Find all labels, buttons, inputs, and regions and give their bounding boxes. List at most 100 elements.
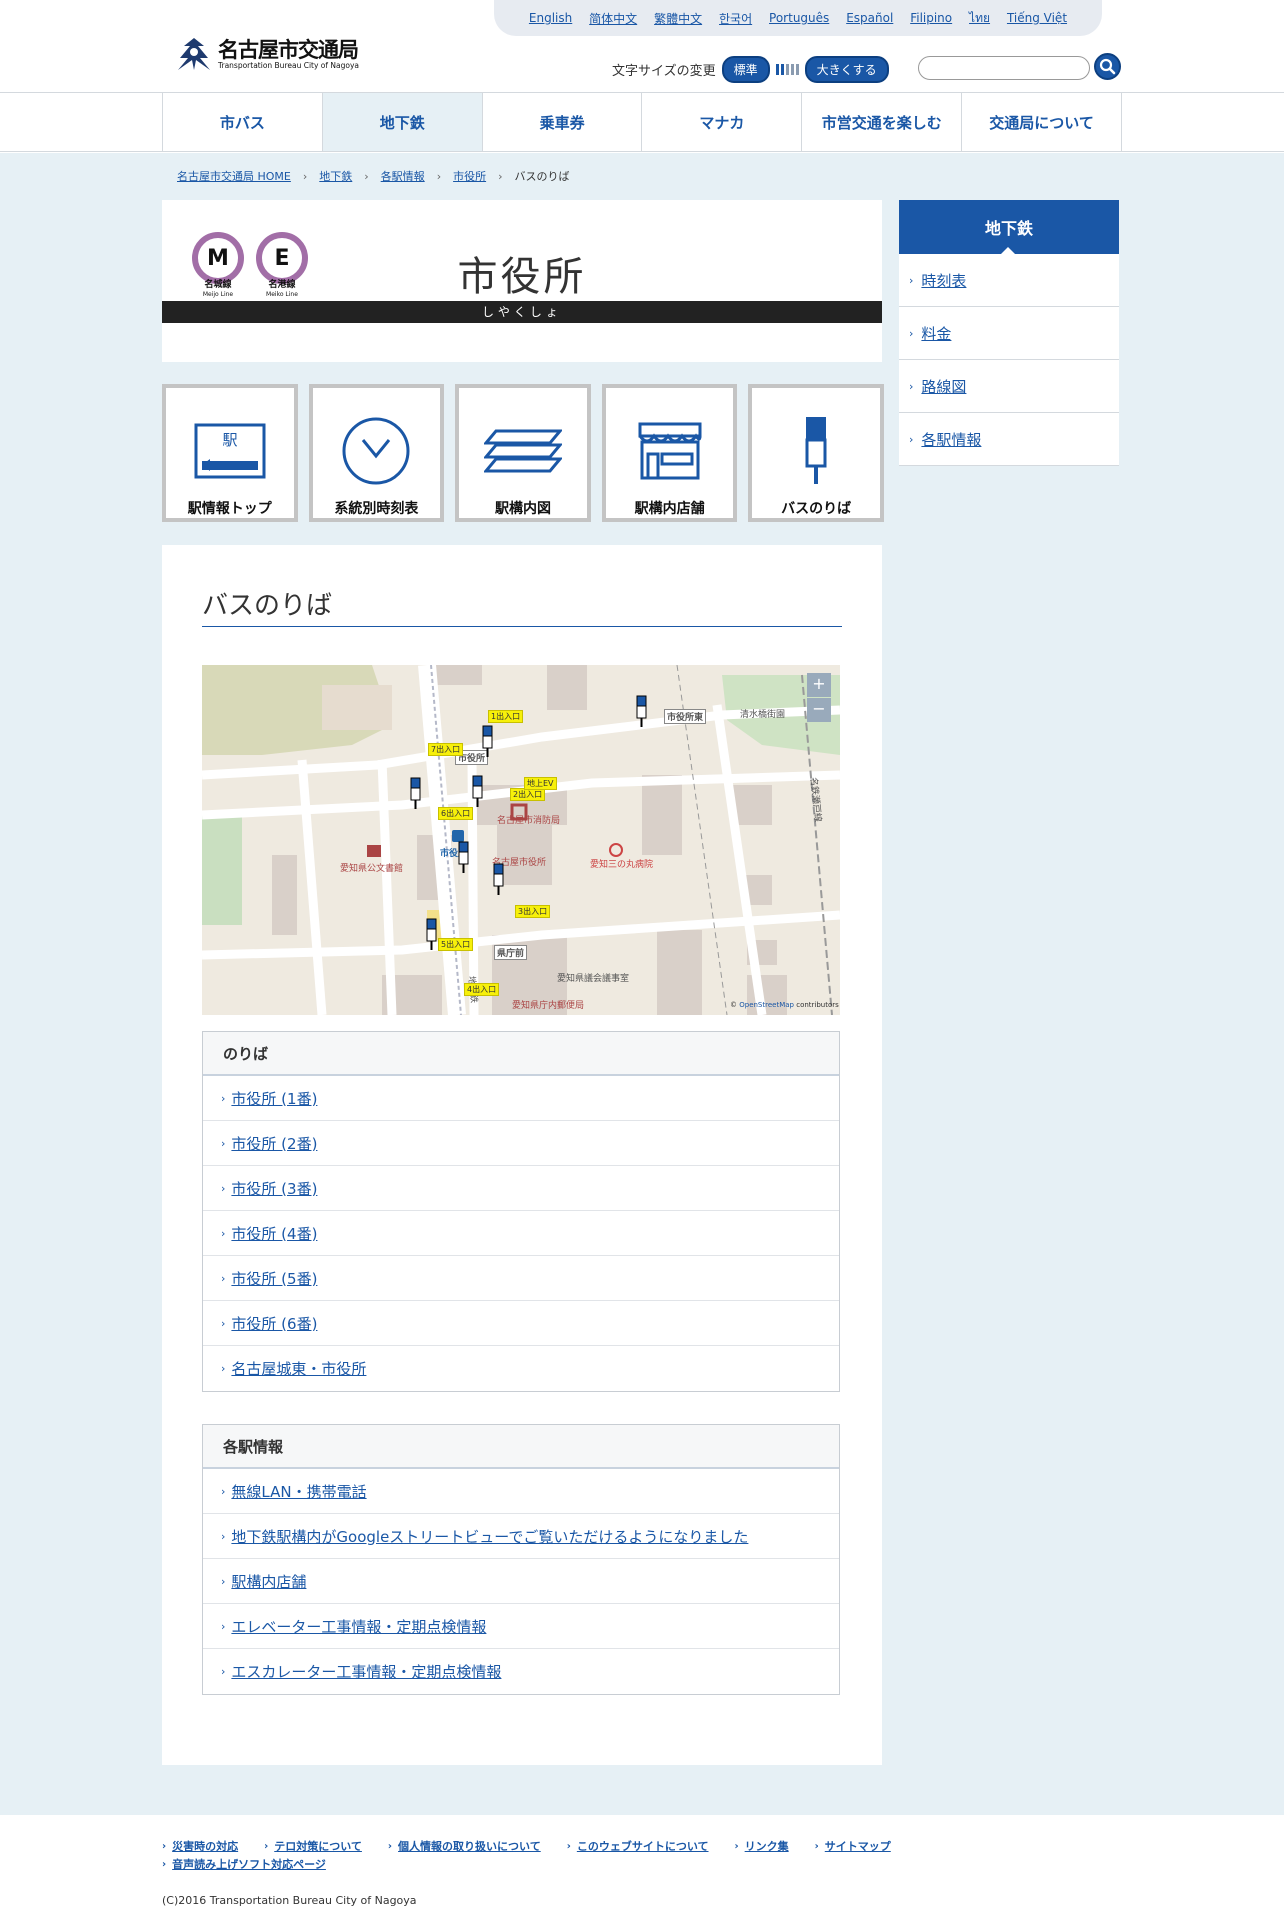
- tile-shops[interactable]: 駅構内店舗: [601, 384, 738, 522]
- noriba-link[interactable]: 市役所 (2番): [231, 1133, 317, 1154]
- crumb-home[interactable]: 名古屋市交通局 HOME: [177, 168, 291, 184]
- noriba-link[interactable]: 名古屋城東・市役所: [231, 1358, 366, 1379]
- footer-link-text[interactable]: リンク集: [745, 1838, 789, 1854]
- sidebar-item-stations[interactable]: › 各駅情報: [899, 413, 1119, 466]
- footer-link-text[interactable]: サイトマップ: [825, 1838, 891, 1854]
- sidebar-item-label[interactable]: 各駅情報: [921, 429, 981, 450]
- tile-label: 系統別時刻表: [334, 501, 419, 517]
- lang-zh-cn[interactable]: 简体中文: [589, 10, 637, 27]
- tile-station-top[interactable]: 駅 駅情報トップ: [162, 384, 298, 522]
- sidebar-item-route-map[interactable]: › 路線図: [899, 360, 1119, 413]
- copyright: (C)2016 Transportation Bureau City of Na…: [162, 1894, 417, 1907]
- bus-stop-marker-icon[interactable]: [426, 918, 437, 950]
- search-icon: [1099, 58, 1116, 75]
- bus-stop-marker-icon[interactable]: [472, 775, 483, 807]
- list-item[interactable]: › 市役所 (2番): [203, 1121, 839, 1166]
- chevron-right-icon: ›: [909, 379, 914, 393]
- nav-subway[interactable]: 地下鉄: [322, 93, 483, 151]
- shop-icon: [638, 422, 702, 480]
- sidebar-item-label[interactable]: 路線図: [921, 376, 966, 397]
- list-item[interactable]: › エレベーター工事情報・定期点検情報: [203, 1604, 839, 1649]
- nav-bus[interactable]: 市バス: [163, 93, 323, 151]
- nav-about[interactable]: 交通局について: [962, 93, 1122, 151]
- footer-link[interactable]: › テロ対策について: [264, 1837, 362, 1855]
- bus-stop-map[interactable]: + − 市役所東 清水橋街園 市役所 名古屋市消防局 名古屋市役所 愛知三の丸病…: [202, 665, 840, 1015]
- footer-link-text[interactable]: 個人情報の取り扱いについて: [398, 1838, 541, 1854]
- station-info-list: 各駅情報 › 無線LAN・携帯電話 › 地下鉄駅構内がGoogleストリートビューで…: [202, 1424, 840, 1695]
- station-info-link[interactable]: 駅構内店舗: [231, 1571, 306, 1592]
- map-label-postoffice: 愛知県庁内郵便局: [512, 1001, 585, 1011]
- nav-enjoy[interactable]: 市営交通を楽しむ: [802, 93, 963, 151]
- bus-stop-marker-icon[interactable]: [410, 777, 421, 809]
- zoom-in-button[interactable]: +: [807, 673, 831, 697]
- sidebar-item-label[interactable]: 時刻表: [921, 270, 966, 291]
- crumb-station[interactable]: 市役所: [453, 168, 486, 184]
- font-large-button[interactable]: 大きくする: [804, 56, 889, 83]
- tile-station-map[interactable]: 駅構内図: [455, 384, 591, 522]
- footer-link[interactable]: › このウェブサイトについて: [567, 1837, 709, 1855]
- tile-timetable[interactable]: 系統別時刻表: [308, 384, 445, 522]
- zoom-out-button[interactable]: −: [807, 698, 831, 722]
- footer-link-text[interactable]: このウェブサイトについて: [577, 1838, 709, 1854]
- crumb-subway[interactable]: 地下鉄: [319, 168, 352, 184]
- station-info-heading: 各駅情報: [203, 1425, 839, 1469]
- noriba-link[interactable]: 市役所 (4番): [231, 1223, 317, 1244]
- footer-link-text[interactable]: テロ対策について: [274, 1838, 362, 1854]
- lang-th[interactable]: ไทย: [969, 9, 990, 28]
- lang-es[interactable]: Español: [846, 11, 893, 25]
- list-item[interactable]: › 地下鉄駅構内がGoogleストリートビューでご覧いただけるようになりました: [203, 1514, 839, 1559]
- font-standard-button[interactable]: 標準: [721, 56, 770, 83]
- noriba-link[interactable]: 市役所 (1番): [231, 1088, 317, 1109]
- footer-link[interactable]: › リンク集: [735, 1837, 789, 1855]
- sidebar-item-timetable[interactable]: › 時刻表: [899, 254, 1119, 307]
- footer-link-text[interactable]: 音声読み上げソフト対応ページ: [172, 1856, 326, 1872]
- search-button[interactable]: [1094, 53, 1121, 80]
- tile-bus-stops[interactable]: バスのりば: [748, 384, 884, 522]
- list-item[interactable]: › 市役所 (3番): [203, 1166, 839, 1211]
- map-exit-6: 6出入口: [438, 807, 474, 820]
- sidebar-title[interactable]: 地下鉄: [899, 200, 1119, 255]
- list-item[interactable]: › 市役所 (1番): [203, 1076, 839, 1121]
- nav-tickets[interactable]: 乗車券: [483, 93, 643, 151]
- noriba-link[interactable]: 市役所 (3番): [231, 1178, 317, 1199]
- footer-link[interactable]: › 災害時の対応: [162, 1837, 238, 1855]
- lang-vi[interactable]: Tiếng Việt: [1007, 11, 1067, 25]
- sidebar-item-fares[interactable]: › 料金: [899, 307, 1119, 360]
- crumb-stations[interactable]: 各駅情報: [381, 168, 425, 184]
- list-item[interactable]: › 無線LAN・携帯電話: [203, 1469, 839, 1514]
- bus-stop-marker-icon[interactable]: [493, 863, 504, 895]
- bus-stop-marker-icon[interactable]: [458, 841, 469, 873]
- footer-link[interactable]: › サイトマップ: [815, 1837, 891, 1855]
- sidebar-item-label[interactable]: 料金: [921, 323, 951, 344]
- chevron-right-icon: ›: [909, 326, 914, 340]
- site-logo[interactable]: 名古屋市交通局 Transportation Bureau City of Na…: [176, 36, 359, 72]
- noriba-link[interactable]: 市役所 (5番): [231, 1268, 317, 1289]
- osm-link[interactable]: OpenStreetMap: [739, 1001, 794, 1009]
- lang-english[interactable]: English: [529, 11, 572, 25]
- noriba-link[interactable]: 市役所 (6番): [231, 1313, 317, 1334]
- footer-links: › 災害時の対応 › テロ対策について › 個人情報の取り扱いについて › このウェブサ…: [162, 1837, 1002, 1873]
- list-item[interactable]: › 市役所 (6番): [203, 1301, 839, 1346]
- bus-stop-marker-icon[interactable]: [636, 695, 647, 727]
- station-info-link[interactable]: エスカレーター工事情報・定期点検情報: [231, 1661, 501, 1682]
- map-exit-1: 1出入口: [488, 710, 524, 723]
- list-item[interactable]: › 名古屋城東・市役所: [203, 1346, 839, 1391]
- list-item[interactable]: › 駅構内店舗: [203, 1559, 839, 1604]
- list-item[interactable]: › エスカレーター工事情報・定期点検情報: [203, 1649, 839, 1694]
- footer-link[interactable]: › 個人情報の取り扱いについて: [388, 1837, 541, 1855]
- bus-stop-marker-icon[interactable]: [482, 725, 493, 757]
- lang-ko[interactable]: 한국어: [719, 10, 752, 27]
- footer-link[interactable]: › 音声読み上げソフト対応ページ: [162, 1855, 326, 1873]
- map-label-fire: 名古屋市消防局: [497, 816, 561, 826]
- list-item[interactable]: › 市役所 (4番): [203, 1211, 839, 1256]
- lang-fil[interactable]: Filipino: [910, 11, 952, 25]
- station-info-link[interactable]: 無線LAN・携帯電話: [231, 1481, 366, 1502]
- search-input[interactable]: [918, 56, 1090, 80]
- station-info-link[interactable]: エレベーター工事情報・定期点検情報: [231, 1616, 486, 1637]
- lang-zh-tw[interactable]: 繁體中文: [654, 10, 702, 27]
- list-item[interactable]: › 市役所 (5番): [203, 1256, 839, 1301]
- footer-link-text[interactable]: 災害時の対応: [172, 1838, 238, 1854]
- station-info-link[interactable]: 地下鉄駅構内がGoogleストリートビューでご覧いただけるようになりました: [231, 1526, 748, 1547]
- nav-manaca[interactable]: マナカ: [642, 93, 803, 151]
- lang-pt[interactable]: Português: [769, 11, 829, 25]
